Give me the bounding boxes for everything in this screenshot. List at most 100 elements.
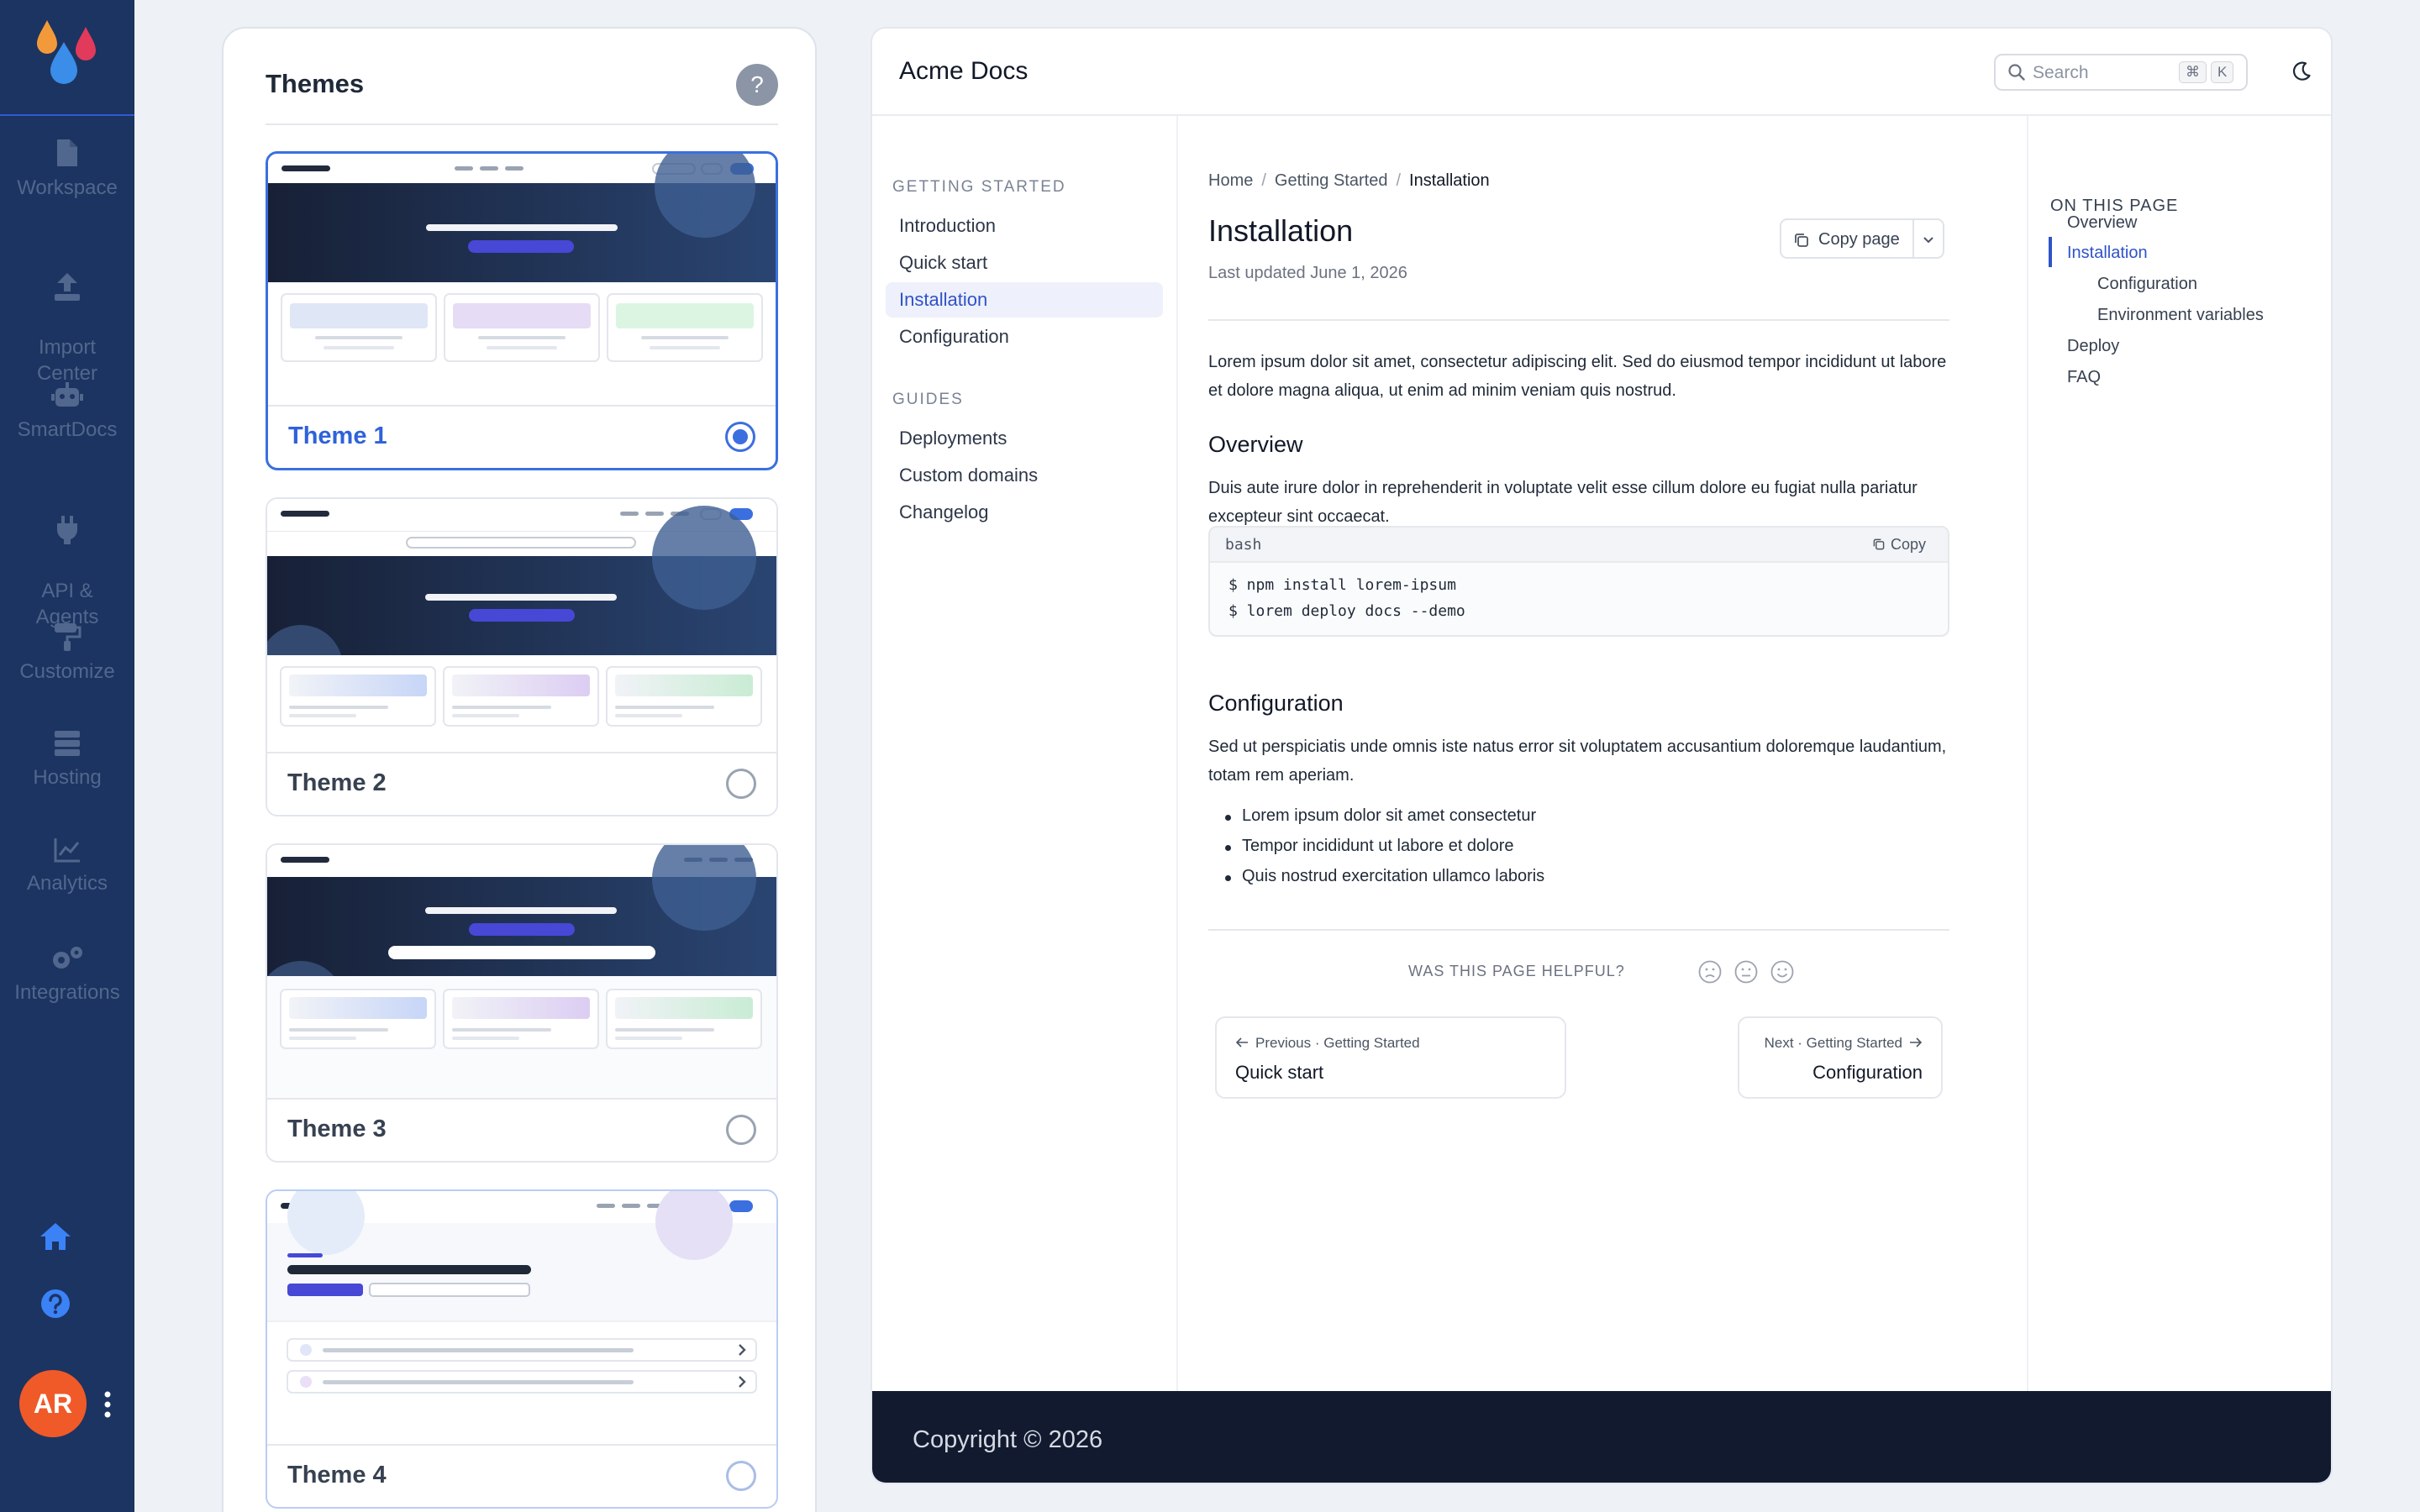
rail-item-api-agents[interactable]: API & Agents (0, 489, 134, 630)
next-page-link[interactable]: Next · Getting Started Configuration (1738, 1016, 1943, 1099)
themes-panel: Themes ? Theme 1 Theme 2 Theme 3 Theme 4 (222, 27, 817, 1512)
section-heading-configuration: Configuration (1208, 690, 1344, 716)
rail-item-workspace[interactable]: Workspace (0, 138, 134, 201)
toc-item-deploy[interactable]: Deploy (2067, 337, 2119, 356)
code-header: bash Copy (1210, 528, 1948, 563)
nav-item-installation[interactable]: Installation (886, 282, 1163, 318)
nav-item-introduction[interactable]: Introduction (886, 208, 1163, 244)
breadcrumb: Home / Getting Started / Installation (1208, 171, 1490, 190)
next-page-title: Configuration (1812, 1062, 1923, 1083)
copy-page-button[interactable]: Copy page (1780, 218, 1944, 259)
happy-face-icon[interactable] (1770, 959, 1795, 984)
toc-item-overview[interactable]: Overview (2067, 213, 2137, 233)
theme-radio[interactable] (725, 422, 755, 452)
configuration-paragraph: Sed ut perspiciatis unde omnis iste natu… (1208, 738, 1947, 785)
table-of-contents: ON THIS PAGE Overview Installation Confi… (2027, 116, 2331, 1418)
nav-item-configuration[interactable]: Configuration (886, 319, 1163, 354)
previous-page-link[interactable]: Previous · Getting Started Quick start (1215, 1016, 1566, 1099)
rail-item-label: Import Center (36, 336, 98, 385)
last-updated: Last updated June 1, 2026 (1208, 264, 1407, 282)
avatar[interactable]: AR (19, 1370, 87, 1437)
theme-card-footer: Theme 4 (267, 1444, 776, 1507)
server-icon (55, 731, 80, 756)
previous-page-title: Quick start (1235, 1062, 1324, 1083)
theme-card-footer: Theme 1 (268, 405, 776, 468)
theme-radio[interactable] (726, 769, 756, 799)
theme-preview-1 (268, 154, 776, 408)
more-vertical-icon[interactable] (103, 1390, 113, 1419)
toc-item-faq[interactable]: FAQ (2067, 368, 2101, 387)
theme-card-footer: Theme 3 (267, 1098, 776, 1161)
rail-item-integrations[interactable]: Integrations (0, 944, 134, 1005)
panel-title: Themes (266, 69, 365, 98)
help-button[interactable]: ? (736, 64, 778, 106)
theme-name: Theme 1 (288, 423, 387, 449)
theme-card-2[interactable]: Theme 2 (266, 497, 778, 816)
upload-icon (55, 273, 80, 301)
list-item: Quis nostrud exercitation ullamco labori… (1224, 867, 1545, 885)
previous-page-meta: Previous · Getting Started (1235, 1035, 1420, 1052)
help-circle-icon[interactable] (37, 1285, 74, 1322)
arrow-right-icon (1910, 1037, 1923, 1047)
home-icon[interactable] (37, 1218, 74, 1255)
copy-code-button[interactable]: Copy (1872, 536, 1926, 554)
rail-item-label: Analytics (26, 872, 108, 895)
breadcrumb-current: Installation (1409, 171, 1490, 190)
theme-radio[interactable] (726, 1461, 756, 1491)
theme-preview-3 (267, 845, 776, 1100)
list-item: Lorem ipsum dolor sit amet consectetur (1224, 806, 1537, 825)
toc-active-indicator (2049, 237, 2052, 267)
code-language: bash (1225, 536, 1262, 554)
rail-item-hosting[interactable]: Hosting (0, 729, 134, 790)
nav-section-title: GUIDES (892, 391, 964, 408)
nav-item-custom-domains[interactable]: Custom domains (886, 458, 1163, 493)
toc-item-environment-variables[interactable]: Environment variables (2097, 306, 2264, 325)
site-brand[interactable]: Acme Docs (899, 57, 1028, 86)
code-block: bash Copy $ npm install lorem-ipsum $ lo… (1208, 526, 1949, 637)
toc-item-configuration[interactable]: Configuration (2097, 275, 2197, 294)
breadcrumb-home[interactable]: Home (1208, 171, 1253, 190)
page-title: Installation (1208, 213, 1354, 248)
chevron-down-icon[interactable] (1921, 232, 1936, 247)
rail-item-customize[interactable]: Customize (0, 622, 134, 685)
logo[interactable] (0, 0, 134, 116)
overview-paragraph: Duis aute irure dolor in reprehenderit i… (1208, 479, 1918, 526)
code-line: $ npm install lorem-ipsum (1228, 576, 1456, 594)
robot-icon (51, 382, 83, 407)
theme-card-3[interactable]: Theme 3 (266, 843, 778, 1163)
rail-item-label: Workspace (17, 176, 118, 199)
docs-preview-window: Acme Docs Search ⌘ K GETTING STARTED Int… (871, 27, 2333, 1484)
search-placeholder: Search (2033, 63, 2089, 82)
copy-icon (1795, 234, 1808, 247)
nav-item-quick-start[interactable]: Quick start (886, 245, 1163, 281)
rail-item-analytics[interactable]: Analytics (0, 837, 134, 896)
feedback-prompt: WAS THIS PAGE HELPFUL? (1408, 963, 1625, 979)
sad-face-icon[interactable] (1697, 959, 1723, 984)
droplets-logo-icon (37, 20, 96, 84)
section-heading-overview: Overview (1208, 432, 1303, 457)
theme-radio[interactable] (726, 1115, 756, 1145)
divider (1912, 220, 1914, 257)
rail-item-smartdocs[interactable]: SmartDocs (0, 381, 134, 443)
nav-item-deployments[interactable]: Deployments (886, 421, 1163, 456)
theme-card-4[interactable]: Theme 4 (266, 1189, 778, 1509)
next-page-small: Next · Getting Started (1764, 1035, 1902, 1051)
rail-item-label: Hosting (33, 766, 102, 789)
plug-icon (57, 516, 77, 544)
shortcut-key-cmd: ⌘ (2179, 61, 2207, 83)
previous-page-small: Previous · Getting Started (1255, 1035, 1420, 1051)
copy-icon (1873, 538, 1885, 550)
copy-page-label: Copy page (1818, 230, 1900, 249)
breadcrumb-getting-started[interactable]: Getting Started (1275, 171, 1388, 190)
nav-item-changelog[interactable]: Changelog (886, 495, 1163, 530)
docs-sidebar: GETTING STARTED Introduction Quick start… (872, 116, 1178, 1418)
divider (1208, 319, 1949, 321)
theme-card-1[interactable]: Theme 1 (266, 151, 778, 470)
theme-name: Theme 4 (287, 1462, 387, 1488)
toc-item-installation[interactable]: Installation (2067, 244, 2148, 263)
search-input[interactable]: Search ⌘ K (1994, 54, 2248, 91)
moon-icon[interactable] (2291, 60, 2312, 82)
neutral-face-icon[interactable] (1733, 959, 1759, 984)
theme-preview-4 (267, 1191, 776, 1446)
rail-item-import-center[interactable]: Import Center (0, 245, 134, 386)
